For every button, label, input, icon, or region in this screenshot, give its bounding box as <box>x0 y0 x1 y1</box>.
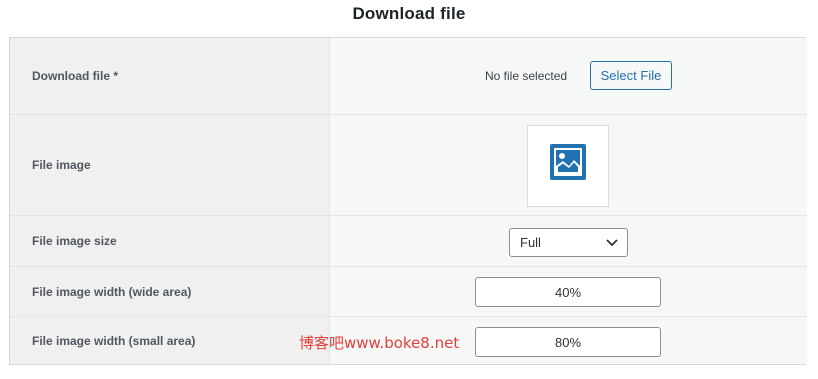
row-file-image-width-wide: File image width (wide area) <box>10 267 807 317</box>
value-cell <box>330 267 807 316</box>
settings-panel: Download file * No file selected Select … <box>9 37 807 365</box>
row-download-file: Download file * No file selected Select … <box>10 38 807 115</box>
watermark-text: 博客吧www.boke8.net <box>299 334 460 352</box>
no-file-selected-text: No file selected <box>485 69 568 83</box>
section-title: Download file <box>352 4 466 23</box>
file-image-size-label: File image size <box>32 234 117 248</box>
label-cell: File image size <box>10 216 330 266</box>
row-file-image: File image <box>10 115 807 216</box>
label-cell: File image width (small area) <box>10 317 330 364</box>
file-image-picker[interactable] <box>527 125 609 207</box>
value-cell: Full <box>330 216 807 266</box>
value-cell <box>330 115 807 215</box>
value-cell: No file selected Select File <box>330 38 807 114</box>
image-placeholder-icon <box>550 144 586 180</box>
file-image-width-wide-input[interactable] <box>475 277 661 307</box>
file-image-width-small-label: File image width (small area) <box>32 333 196 348</box>
row-file-image-size: File image size Full <box>10 216 807 267</box>
label-cell: Download file * <box>10 38 330 114</box>
download-file-label: Download file * <box>32 69 119 83</box>
file-image-width-wide-label: File image width (wide area) <box>32 284 192 299</box>
label-cell: File image <box>10 115 330 215</box>
select-file-button[interactable]: Select File <box>590 61 672 90</box>
file-image-width-small-input[interactable] <box>475 327 661 357</box>
file-image-label: File image <box>32 158 91 172</box>
select-value: Full <box>520 235 541 250</box>
chevron-down-icon <box>606 239 618 247</box>
label-cell: File image width (wide area) <box>10 267 330 316</box>
file-image-size-select[interactable]: Full <box>509 228 628 257</box>
